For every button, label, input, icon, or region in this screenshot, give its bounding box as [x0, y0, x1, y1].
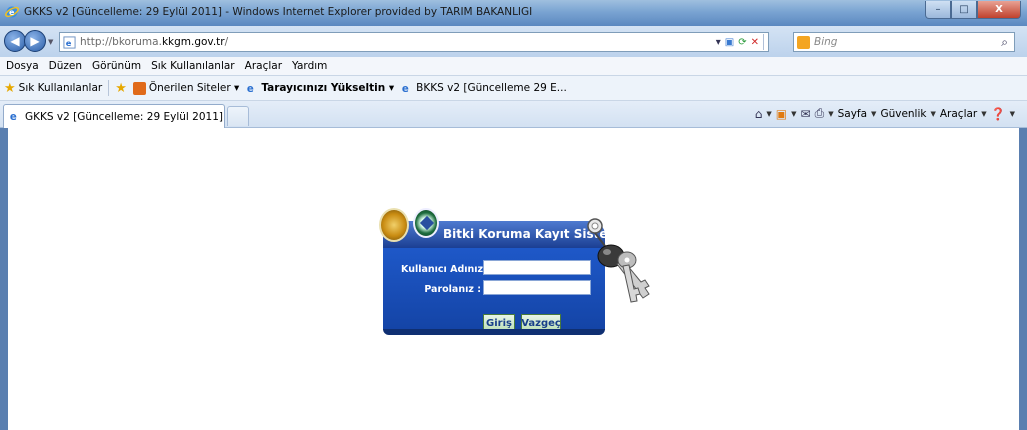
minimize-button[interactable]: – [925, 1, 951, 19]
tools-menu[interactable]: Araçlar [940, 108, 977, 120]
close-button[interactable]: X [977, 1, 1021, 19]
menu-item-duzen[interactable]: Düzen [49, 60, 82, 72]
home-icon[interactable]: ⌂ [755, 107, 763, 121]
dropdown-arrow-icon[interactable]: ▾ [716, 37, 721, 48]
password-input[interactable] [483, 280, 591, 295]
address-url[interactable]: http://bkoruma.kkgm.gov.tr/ [80, 36, 228, 48]
menu-bar: Dosya Düzen Görünüm Sık Kullanılanlar Ar… [0, 57, 1027, 76]
recent-pages-dropdown-icon[interactable]: ▼ [48, 38, 53, 46]
tab-label: GKKS v2 [Güncelleme: 29 Eylül 2011] [25, 110, 223, 123]
print-icon[interactable]: ⎙ [815, 106, 825, 121]
bing-icon [797, 36, 810, 49]
help-icon[interactable]: ❓ [991, 107, 1006, 121]
add-favorite-icon[interactable]: ★ [115, 81, 127, 96]
command-bar: ⌂ ▼ ▣ ▼ ✉ ⎙ ▼ Sayfa ▼ Güvenlik ▼ Araçlar ▼ ❓ ▼ [755, 106, 1015, 121]
username-input[interactable] [483, 260, 591, 275]
tab-gkks[interactable]: e GKKS v2 [Güncelleme: 29 Eylül 2011] [3, 104, 225, 128]
page-menu[interactable]: Sayfa [838, 108, 867, 120]
ie-page-icon: e [247, 84, 254, 95]
chevron-down-icon[interactable]: ▼ [871, 110, 876, 118]
tab-row: e GKKS v2 [Güncelleme: 29 Eylül 2011] ⌂ ▼… [0, 101, 1027, 128]
favorites-bar: ★ Sık Kullanılanlar ★ Önerilen Siteler ▾… [0, 76, 1027, 101]
login-panel: Bitki Koruma Kayıt Sistemi Kullanıcı Adı… [373, 208, 624, 338]
page-content: Bitki Koruma Kayıt Sistemi Kullanıcı Adı… [8, 128, 1019, 430]
maximize-button[interactable]: □ [951, 1, 977, 19]
menu-item-araclar[interactable]: Araçlar [245, 60, 282, 72]
safety-menu[interactable]: Güvenlik [880, 108, 926, 120]
ie-logo-icon: e [5, 6, 19, 18]
svg-text:e: e [66, 38, 72, 48]
svg-text:e: e [247, 84, 254, 95]
mail-icon[interactable]: ✉ [801, 107, 811, 121]
keys-icon [587, 218, 650, 303]
chevron-down-icon[interactable]: ▼ [791, 110, 796, 118]
menu-item-gorunum[interactable]: Görünüm [92, 60, 141, 72]
window-title: GKKS v2 [Güncelleme: 29 Eylül 2011] - Wi… [24, 6, 533, 18]
compatibility-view-icon[interactable]: ▣ [725, 37, 734, 48]
feeds-icon[interactable]: ▣ [776, 107, 787, 121]
chevron-down-icon[interactable]: ▼ [930, 110, 935, 118]
agency-logo-icon [413, 208, 439, 238]
stop-icon[interactable]: ✕ [751, 37, 759, 48]
ie-page-icon: e [402, 84, 409, 95]
chevron-down-icon[interactable]: ▼ [981, 110, 986, 118]
ie-page-icon: e [10, 112, 17, 123]
search-box[interactable]: Bing ⌕ [793, 32, 1015, 52]
login-footer [383, 329, 605, 335]
search-placeholder: Bing [814, 36, 838, 48]
chevron-down-icon[interactable]: ▼ [828, 110, 833, 118]
ministry-logo-icon [379, 208, 409, 242]
svg-text:e: e [402, 84, 409, 95]
menu-item-favorites[interactable]: Sık Kullanılanlar [151, 60, 235, 72]
address-bar[interactable]: e http://bkoruma.kkgm.gov.tr/ ▾ ▣ ⟳ ✕ [59, 32, 769, 52]
chevron-down-icon[interactable]: ▼ [1010, 110, 1015, 118]
login-form: Kullanıcı Adınız : Parolanız : Giriş Vaz… [383, 248, 605, 333]
suggested-sites-icon [132, 81, 146, 95]
username-label: Kullanıcı Adınız : [401, 264, 491, 275]
address-toolbar: ◀ ▶ ▼ e http://bkoruma.kkgm.gov.tr/ ▾ ▣ … [0, 26, 1027, 57]
favorites-button[interactable]: ★ Sık Kullanılanlar [4, 81, 102, 96]
favorites-item-upgrade[interactable]: e Tarayıcınızı Yükseltin ▾ [245, 82, 394, 95]
divider [108, 80, 110, 96]
chevron-down-icon[interactable]: ▼ [766, 110, 771, 118]
favorites-item-bkks[interactable]: e BKKS v2 [Güncelleme 29 E... [400, 82, 567, 95]
svg-text:e: e [10, 112, 17, 123]
address-tools: ▾ ▣ ⟳ ✕ [716, 33, 768, 51]
favorites-item-label: Tarayıcınızı Yükseltin ▾ [261, 82, 395, 94]
favorites-item-label: Önerilen Siteler ▾ [148, 82, 240, 94]
menu-item-yardim[interactable]: Yardım [292, 60, 327, 72]
page-icon: e [63, 36, 76, 49]
search-icon[interactable]: ⌕ [1001, 35, 1008, 50]
new-tab-button[interactable] [227, 106, 249, 126]
favorites-label: Sık Kullanılanlar [18, 82, 103, 94]
refresh-icon[interactable]: ⟳ [738, 37, 746, 48]
favorites-item-label: BKKS v2 [Güncelleme 29 E... [416, 82, 567, 94]
menu-item-dosya[interactable]: Dosya [6, 60, 39, 72]
star-icon: ★ [4, 80, 16, 96]
divider [763, 34, 764, 50]
favorites-item-suggested[interactable]: Önerilen Siteler ▾ [132, 81, 240, 95]
svg-text:e: e [9, 8, 15, 17]
forward-button[interactable]: ▶ [24, 30, 46, 52]
back-button[interactable]: ◀ [4, 30, 26, 52]
password-label: Parolanız : [424, 284, 481, 295]
window-controls: – □ X [925, 1, 1021, 19]
window-titlebar: e GKKS v2 [Güncelleme: 29 Eylül 2011] - … [0, 0, 1027, 26]
